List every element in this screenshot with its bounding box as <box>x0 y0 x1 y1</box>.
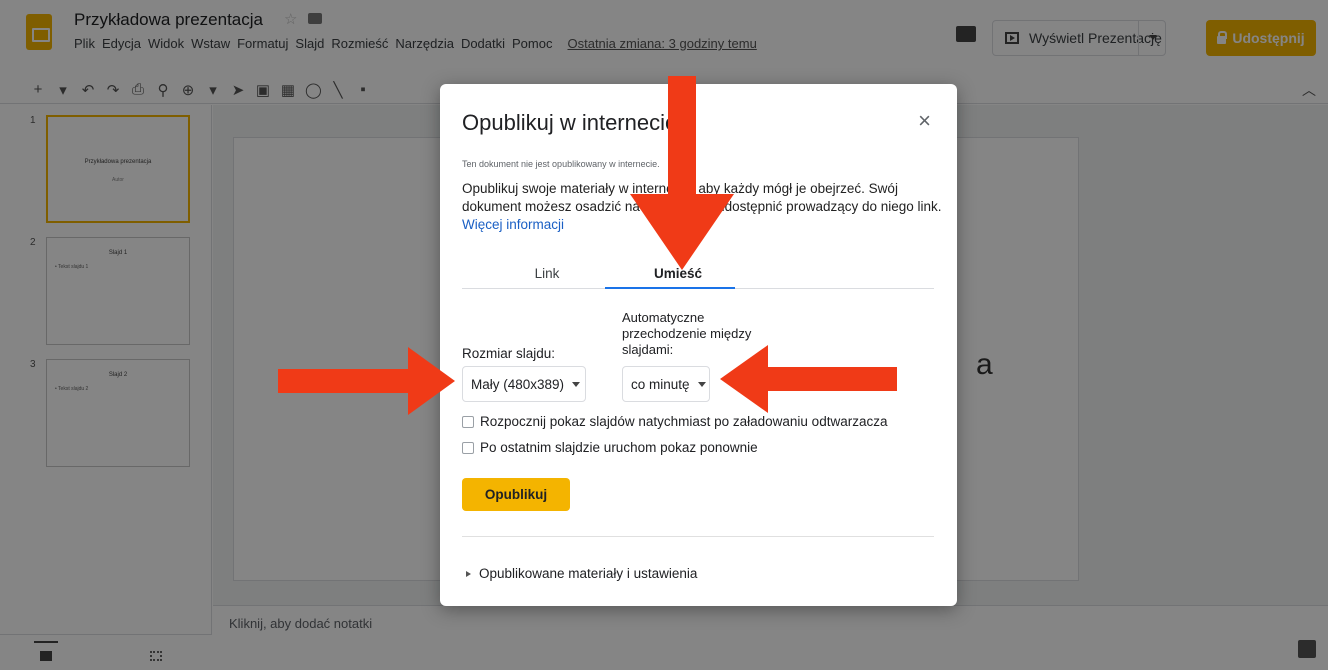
publish-button[interactable]: Opublikuj <box>462 478 570 511</box>
start-on-load-checkbox[interactable] <box>462 415 474 428</box>
slide-size-select[interactable]: Mały (480x389) <box>462 366 586 402</box>
arrow-right-annotation <box>278 347 455 415</box>
start-on-load-label: Rozpocznij pokaz slajdów natychmiast po … <box>480 414 888 429</box>
chevron-down-icon <box>697 381 706 387</box>
divider <box>462 536 934 537</box>
active-tab-indicator <box>605 287 735 289</box>
loop-option: Po ostatnim slajdzie uruchom pokaz ponow… <box>462 440 758 455</box>
slide-size-label: Rozmiar slajdu: <box>462 346 556 361</box>
auto-advance-value: co minutę <box>631 376 690 392</box>
slide-size-value: Mały (480x389) <box>471 376 565 392</box>
start-on-load-option: Rozpocznij pokaz slajdów natychmiast po … <box>462 414 887 429</box>
tab-link[interactable]: Link <box>512 266 582 281</box>
close-icon[interactable]: × <box>918 108 931 134</box>
chevron-down-icon <box>572 381 581 387</box>
arrow-down-annotation <box>630 76 734 270</box>
arrow-left-annotation <box>720 345 897 413</box>
loop-checkbox[interactable] <box>462 441 474 454</box>
auto-advance-select[interactable]: co minutę <box>622 366 710 402</box>
published-settings-label: Opublikowane materiały i ustawienia <box>479 566 698 581</box>
published-settings-expander[interactable]: Opublikowane materiały i ustawienia <box>466 566 697 581</box>
expand-triangle-icon <box>466 570 471 577</box>
loop-label: Po ostatnim slajdzie uruchom pokaz ponow… <box>480 440 758 455</box>
more-info-link[interactable]: Więcej informacji <box>462 217 564 232</box>
